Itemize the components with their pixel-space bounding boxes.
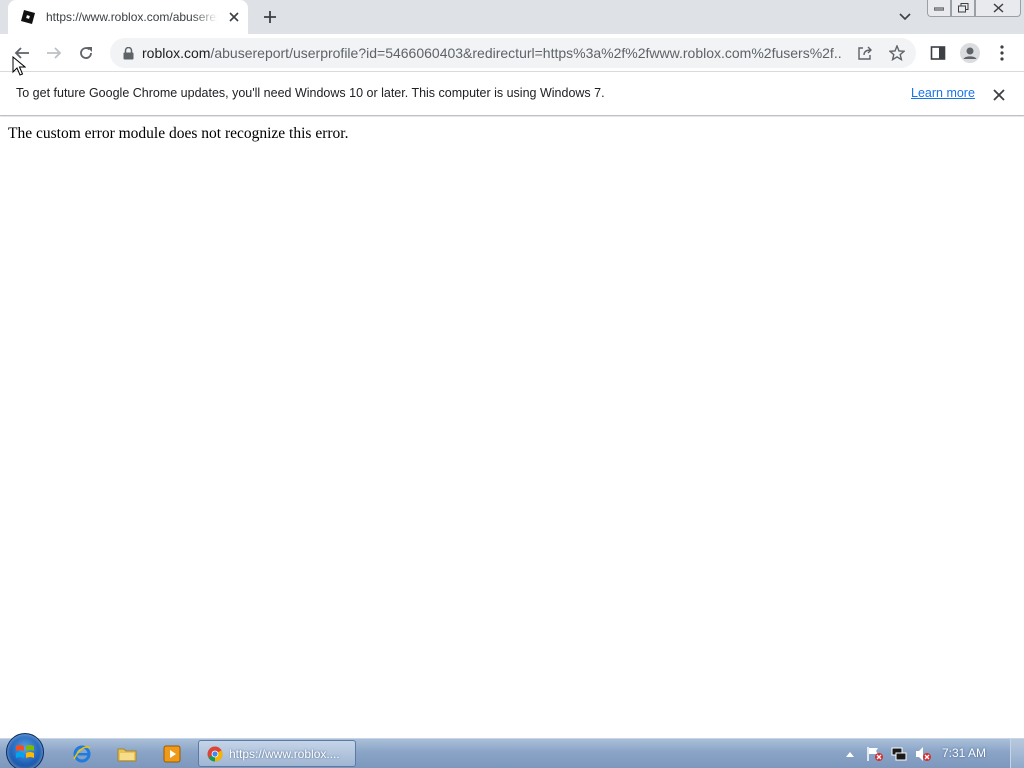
reload-button[interactable] [72, 39, 100, 67]
windows-logo-icon [16, 745, 34, 758]
share-icon[interactable] [854, 42, 876, 64]
close-icon[interactable] [990, 86, 1008, 104]
taskbar-clock[interactable]: 7:31 AM [942, 746, 986, 760]
show-desktop-button[interactable] [1010, 739, 1024, 768]
update-infobar: To get future Google Chrome updates, you… [0, 72, 1024, 116]
new-tab-icon[interactable] [258, 5, 282, 29]
window-controls [927, 0, 1021, 18]
action-center-flag-icon[interactable] [866, 746, 884, 762]
close-window-button[interactable] [975, 0, 1021, 17]
folder-icon[interactable] [109, 742, 145, 766]
bookmark-star-icon[interactable] [886, 42, 908, 64]
url-text[interactable]: roblox.com/abusereport/userprofile?id=54… [142, 45, 842, 61]
restore-button[interactable] [951, 0, 975, 17]
internet-explorer-icon[interactable] [64, 742, 100, 766]
learn-more-link[interactable]: Learn more [911, 86, 975, 100]
close-tab-icon[interactable] [226, 9, 242, 25]
windows-taskbar: https://www.roblox.... 7:31 AM [0, 733, 1024, 768]
roblox-icon [20, 9, 36, 25]
chevron-down-icon[interactable] [894, 6, 916, 28]
browser-tab[interactable]: https://www.roblox.com/abusereport/userp… [8, 0, 248, 34]
infobar-message: To get future Google Chrome updates, you… [16, 86, 605, 100]
network-icon[interactable] [890, 746, 908, 762]
mouse-cursor-icon [12, 56, 26, 76]
taskbar-task-label: https://www.roblox.... [229, 746, 340, 761]
side-panel-icon[interactable] [924, 39, 952, 67]
lock-icon[interactable] [120, 45, 136, 61]
tab-strip: https://www.roblox.com/abusereport/userp… [0, 0, 1024, 34]
tab-title: https://www.roblox.com/abusereport/userp… [46, 10, 218, 24]
profile-avatar-icon[interactable] [956, 39, 984, 67]
show-hidden-icons-icon[interactable] [844, 748, 856, 760]
menu-kebab-icon[interactable] [988, 39, 1016, 67]
media-player-icon[interactable] [154, 742, 190, 766]
url-path: /abusereport/userprofile?id=5466060403&r… [210, 45, 842, 61]
forward-button[interactable] [40, 39, 68, 67]
taskbar-chrome-window[interactable]: https://www.roblox.... [198, 740, 356, 767]
browser-toolbar: roblox.com/abusereport/userprofile?id=54… [0, 34, 1024, 72]
address-bar[interactable]: roblox.com/abusereport/userprofile?id=54… [110, 38, 916, 68]
volume-muted-icon[interactable] [914, 746, 932, 762]
page-content: The custom error module does not recogni… [0, 117, 1024, 738]
url-host: roblox.com [142, 45, 211, 61]
start-button[interactable] [6, 733, 44, 768]
chrome-icon [207, 746, 223, 762]
minimize-button[interactable] [927, 0, 951, 17]
error-message: The custom error module does not recogni… [8, 125, 349, 142]
